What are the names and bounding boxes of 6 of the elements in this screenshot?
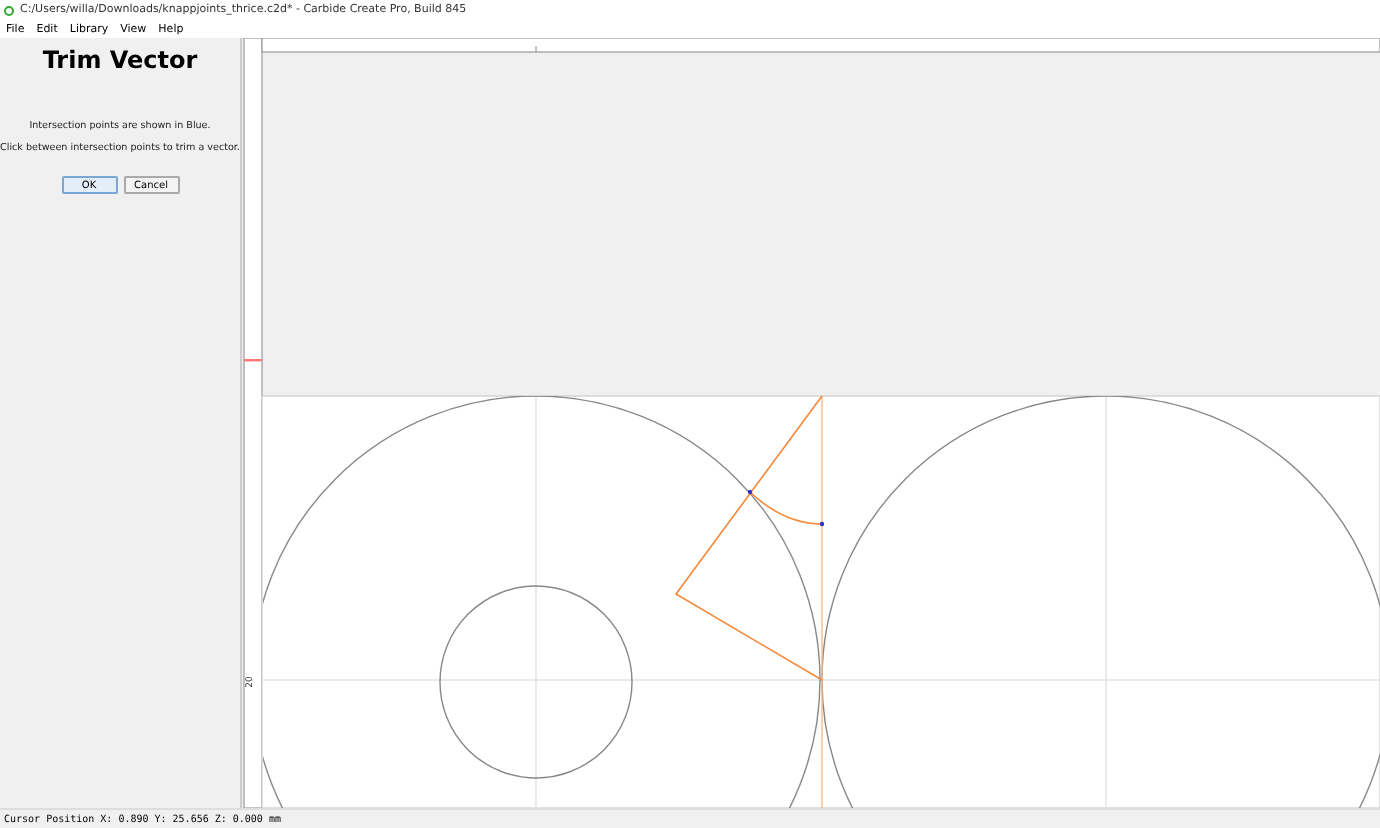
trim-arc bbox=[749, 491, 823, 525]
intersection-point bbox=[747, 489, 753, 495]
ruler-marker bbox=[244, 359, 262, 362]
panel-heading: Trim Vector bbox=[42, 46, 198, 74]
intersection-point bbox=[819, 521, 825, 527]
app-icon bbox=[4, 5, 14, 15]
